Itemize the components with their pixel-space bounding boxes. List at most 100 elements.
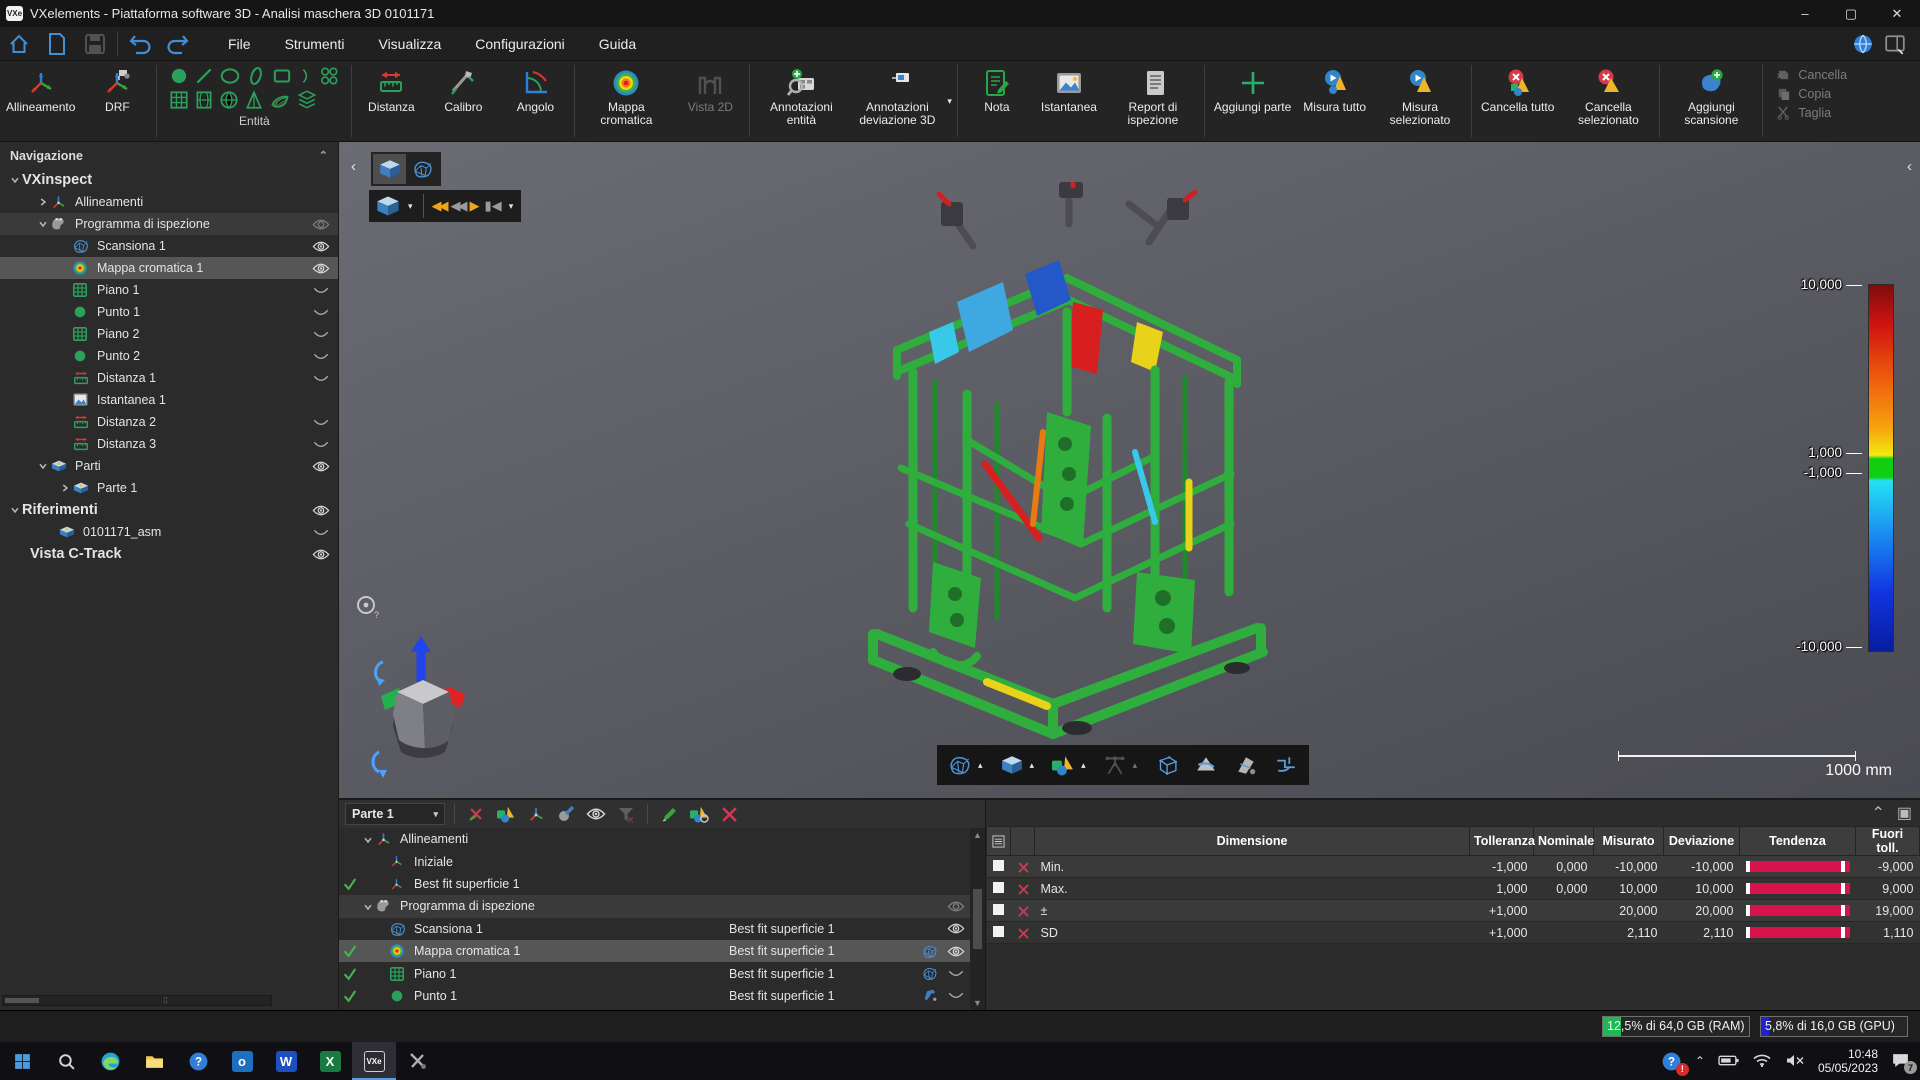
panel-layout-icon[interactable] [1884,33,1906,55]
ribbon-misura-selezionato-button[interactable]: Misura selezionato [1372,61,1468,141]
entity-circle-icon[interactable] [218,65,242,87]
row-checkbox[interactable] [993,860,1004,871]
playback-options-icon[interactable]: ▾ [509,201,514,212]
row-checkbox[interactable] [993,926,1004,937]
entity-arc-icon[interactable] [297,65,315,87]
collapse-right-icon[interactable]: ‹ [1901,154,1918,178]
step-end-button[interactable]: ▮◀ [485,198,502,214]
collapse-left-icon[interactable]: ‹ [345,154,362,178]
minimize-button[interactable]: – [1782,0,1828,27]
nav-item-vxinspect[interactable]: VXinspect [0,169,338,191]
ribbon-report-button[interactable]: Report di ispezione [1105,61,1201,141]
part-tree-scansiona-1[interactable]: Scansiona 1 Best fit superficie 1 [339,918,985,940]
part-tree-punto-1[interactable]: Punto 1 Best fit superficie 1 [339,985,985,1007]
ribbon-aggiungi-scansione-button[interactable]: Aggiungi scansione [1663,61,1759,141]
nav-horizontal-scrollbar[interactable]: ⁞⁞ [2,995,272,1006]
visibility-hidden-icon[interactable] [312,525,332,539]
nav-item-riferimenti[interactable]: Riferimenti [0,499,338,521]
tray-chevron-up-icon[interactable]: ⌃ [1695,1054,1705,1068]
menu-configurazioni[interactable]: Configurazioni [458,36,582,52]
show-entities-button[interactable]: ▴ [1050,754,1088,776]
visibility-eye-icon[interactable] [312,239,332,253]
clipboard-copia[interactable]: Copia [1776,86,1847,101]
undo-icon[interactable] [123,30,157,58]
table-list-icon[interactable] [987,827,1011,856]
entity-ellipse-icon[interactable] [245,65,267,87]
taskbar-clock[interactable]: 10:48 05/05/2023 [1818,1047,1878,1075]
visibility-hidden-icon[interactable] [312,305,332,319]
alignment-icon[interactable] [524,803,548,825]
part-selector-dropdown[interactable]: Parte 1▾ [345,803,445,825]
part-tree-mappa-cromatica-1[interactable]: Mappa cromatica 1 Best fit superficie 1 [339,940,985,962]
col-misurato[interactable]: Misurato [1594,827,1664,856]
ribbon-distanza-button[interactable]: Distanza [355,61,427,141]
nav-item-istantanea-1[interactable]: Istantanea 1 [0,389,338,411]
col-tolleranza[interactable]: Tolleranza [1470,827,1534,856]
ribbon-cancella-tutto-button[interactable]: Cancella tutto [1475,61,1560,141]
taskbar-vxelements-icon[interactable]: VXe [352,1042,396,1080]
step-first-button[interactable]: ◀◀ [432,198,446,214]
ribbon-nota-button[interactable]: Nota [961,61,1033,141]
scan-target-icon[interactable] [375,194,401,218]
taskbar-tool-icon[interactable] [396,1042,440,1080]
viewport-3d[interactable]: ‹ ‹ ▾ ◀◀ ◀◀ ▶ ▮◀ ▾ 10,000 1,000 -1,000 -… [339,142,1920,798]
maximize-button[interactable]: ▢ [1828,0,1874,27]
entity-layers-icon[interactable] [295,89,319,111]
visibility-hidden-icon[interactable] [947,967,965,980]
col-nominale[interactable]: Nominale [1534,827,1594,856]
visibility-dim-eye-icon[interactable] [947,900,965,913]
visibility-eye-button[interactable] [584,803,608,825]
solid-view-button[interactable] [373,154,406,184]
edit-pencil-icon[interactable] [657,803,681,825]
row-checkbox[interactable] [993,882,1004,893]
cross-section-button[interactable] [1273,754,1299,776]
entity-cylinder-icon[interactable] [193,89,215,111]
visibility-hidden-icon[interactable] [312,327,332,341]
visibility-eye-icon[interactable] [947,945,965,958]
nav-item-0101171-asm[interactable]: 0101171_asm [0,521,338,543]
nav-item-piano-1[interactable]: Piano 1 [0,279,338,301]
ribbon-cancella-selezionato-button[interactable]: Cancella selezionato [1560,61,1656,141]
collapse-panel-icon[interactable]: ⌃ [319,149,328,162]
nav-item-mappa-cromatica-1[interactable]: Mappa cromatica 1 [0,257,338,279]
close-button[interactable]: ✕ [1874,0,1920,27]
entity-surface-icon[interactable] [268,89,292,111]
deviation-dropdown-icon[interactable]: ▾ [947,96,952,107]
save-icon[interactable] [78,30,112,58]
tray-wifi-icon[interactable] [1752,1052,1772,1070]
clipboard-taglia[interactable]: Taglia [1776,105,1847,120]
new-document-icon[interactable] [40,30,74,58]
menu-strumenti[interactable]: Strumenti [268,36,362,52]
ribbon-annotazioni-entita-button[interactable]: Annotazioni entità [753,61,849,141]
nav-item-programma-ispezione[interactable]: Programma di ispezione [0,213,338,235]
taskbar-explorer-icon[interactable] [132,1042,176,1080]
visibility-hidden-icon[interactable] [312,371,332,385]
visibility-hidden-icon[interactable] [947,989,965,1002]
nav-item-piano-2[interactable]: Piano 2 [0,323,338,345]
paint-icon[interactable] [554,803,578,825]
ribbon-allineamento-button[interactable]: Allineamento [0,61,81,141]
entity-plane-icon[interactable] [168,89,190,111]
ribbon-misura-tutto-button[interactable]: Misura tutto [1297,61,1372,141]
nav-item-allineamenti[interactable]: Allineamenti [0,191,338,213]
link-entities-icon[interactable] [687,803,711,825]
bounding-box-button[interactable] [1153,754,1179,776]
model-3d[interactable] [837,182,1287,752]
visibility-hidden-icon[interactable] [312,415,332,429]
menu-file[interactable]: File [211,36,268,52]
start-button[interactable] [0,1042,44,1080]
col-fuori-toll[interactable]: Fuori toll. [1856,827,1920,856]
table-row-max[interactable]: Max. 1,000 0,000 10,000 10,000 9,000 [987,878,1920,900]
visibility-eye-icon[interactable] [312,261,332,275]
taskbar-excel-icon[interactable]: X [308,1042,352,1080]
delete-alignment-icon[interactable] [464,803,488,825]
visibility-eye-icon[interactable] [947,922,965,935]
col-tendenza[interactable]: Tendenza [1740,827,1856,856]
taskbar-search-icon[interactable] [44,1042,88,1080]
community-globe-icon[interactable] [1852,33,1874,55]
delete-red-x-icon[interactable] [717,803,741,825]
ribbon-vista-2d-button[interactable]: Vista 2D [674,61,746,141]
col-dimensione[interactable]: Dimensione [1035,827,1470,856]
ribbon-angolo-button[interactable]: Angolo [499,61,571,141]
ribbon-mappa-cromatica-button[interactable]: Mappa cromatica [578,61,674,141]
